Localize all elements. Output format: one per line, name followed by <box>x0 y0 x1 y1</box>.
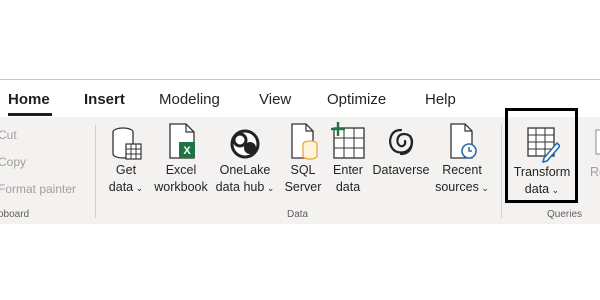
group-separator <box>501 125 502 218</box>
get-data-label: Get <box>115 163 137 177</box>
chevron-down-icon: ⌄ <box>133 183 144 193</box>
recent-sources-button[interactable]: Recent sources ⌄ <box>434 120 490 197</box>
recent-sources-icon <box>450 123 477 159</box>
enter-data-label-2: data <box>335 180 361 194</box>
table-add-icon <box>331 122 365 159</box>
onelake-icon <box>230 129 260 159</box>
excel-label-2: workbook <box>154 180 208 194</box>
enter-data-button[interactable]: Enter data <box>329 120 367 196</box>
dataverse-button[interactable]: Dataverse <box>370 120 432 179</box>
copy-button[interactable]: Copy <box>0 155 26 169</box>
get-data-button[interactable]: Get data ⌄ <box>103 120 149 197</box>
recent-label: Recent <box>442 163 482 177</box>
data-group-label: Data <box>287 209 309 220</box>
onelake-label-line2: data hub ⌄ <box>213 179 277 197</box>
dataverse-icon <box>389 128 414 156</box>
tab-insert[interactable]: Insert <box>84 80 125 117</box>
enter-data-label: Enter <box>333 163 363 177</box>
get-data-label-2: data <box>108 180 134 194</box>
sql-label-2: Server <box>284 180 322 194</box>
tab-home[interactable]: Home <box>8 80 50 117</box>
format-painter-button[interactable]: Format painter <box>0 182 76 196</box>
dataverse-label: Dataverse <box>372 163 430 177</box>
get-data-label-line2: data ⌄ <box>103 179 149 197</box>
svg-text:X: X <box>183 145 191 157</box>
tab-modeling[interactable]: Modeling <box>159 80 220 117</box>
clipboard-group-label: oboard <box>0 209 30 220</box>
chevron-down-icon: ⌄ <box>478 183 489 193</box>
tab-help[interactable]: Help <box>425 80 456 117</box>
cut-button[interactable]: Cut <box>0 128 17 142</box>
refresh-button[interactable] <box>594 120 600 200</box>
onelake-label-2: data hub <box>215 180 265 194</box>
group-separator <box>95 125 96 218</box>
recent-label-2: sources <box>435 180 479 194</box>
sql-server-icon <box>291 123 318 160</box>
refresh-label: Refr <box>590 165 600 179</box>
onelake-data-hub-button[interactable]: OneLake data hub ⌄ <box>213 120 277 197</box>
recent-label-line2: sources ⌄ <box>434 179 490 197</box>
onelake-label: OneLake <box>219 163 271 177</box>
tab-view[interactable]: View <box>259 80 291 117</box>
sql-server-button[interactable]: SQL Server <box>281 120 325 196</box>
excel-workbook-button[interactable]: X Excel workbook <box>151 120 211 196</box>
sql-label: SQL <box>290 163 316 177</box>
excel-label: Excel <box>165 163 197 177</box>
queries-group-label: Queries <box>547 209 583 220</box>
active-tab-indicator <box>8 113 52 116</box>
excel-icon: X <box>169 123 195 159</box>
chevron-down-icon: ⌄ <box>264 183 275 193</box>
database-icon <box>112 127 142 160</box>
tab-optimize[interactable]: Optimize <box>327 80 386 117</box>
refresh-icon <box>595 129 600 155</box>
highlight-box <box>505 108 578 203</box>
